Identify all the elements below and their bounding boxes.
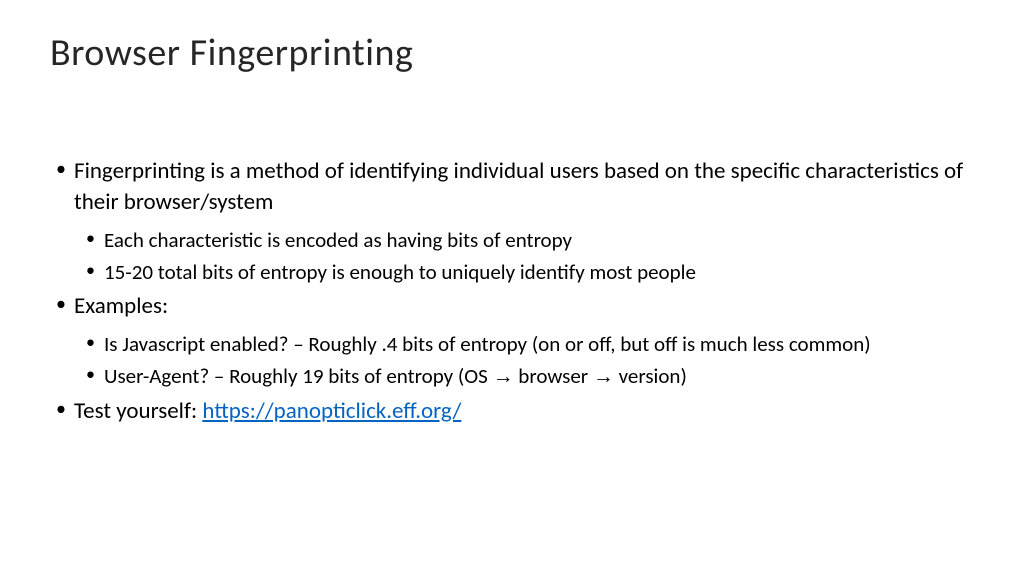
useragent-text-pre: User-Agent? – Roughly 19 bits of entropy… (104, 363, 493, 389)
arrow-icon: → (493, 365, 514, 388)
bullet-entropy-encoding: Each characteristic is encoded as having… (50, 226, 974, 254)
panopticlick-link[interactable]: https://panopticlick.eff.org/ (202, 397, 461, 425)
arrow-icon: → (593, 365, 614, 388)
useragent-text-mid: browser (514, 363, 593, 389)
bullet-javascript-example: Is Javascript enabled? – Roughly .4 bits… (50, 330, 974, 358)
slide-body: Fingerprinting is a method of identifyin… (50, 156, 974, 427)
bullet-fingerprinting-definition: Fingerprinting is a method of identifyin… (50, 156, 974, 218)
bullet-useragent-example: User-Agent? – Roughly 19 bits of entropy… (50, 362, 974, 391)
test-yourself-label: Test yourself: (74, 397, 202, 425)
useragent-text-post: version) (614, 363, 687, 389)
bullet-examples-header: Examples: (50, 291, 974, 322)
bullet-test-yourself: Test yourself: https://panopticlick.eff.… (50, 396, 974, 427)
bullet-entropy-threshold: 15-20 total bits of entropy is enough to… (50, 258, 974, 286)
slide-title: Browser Fingerprinting (50, 30, 974, 76)
